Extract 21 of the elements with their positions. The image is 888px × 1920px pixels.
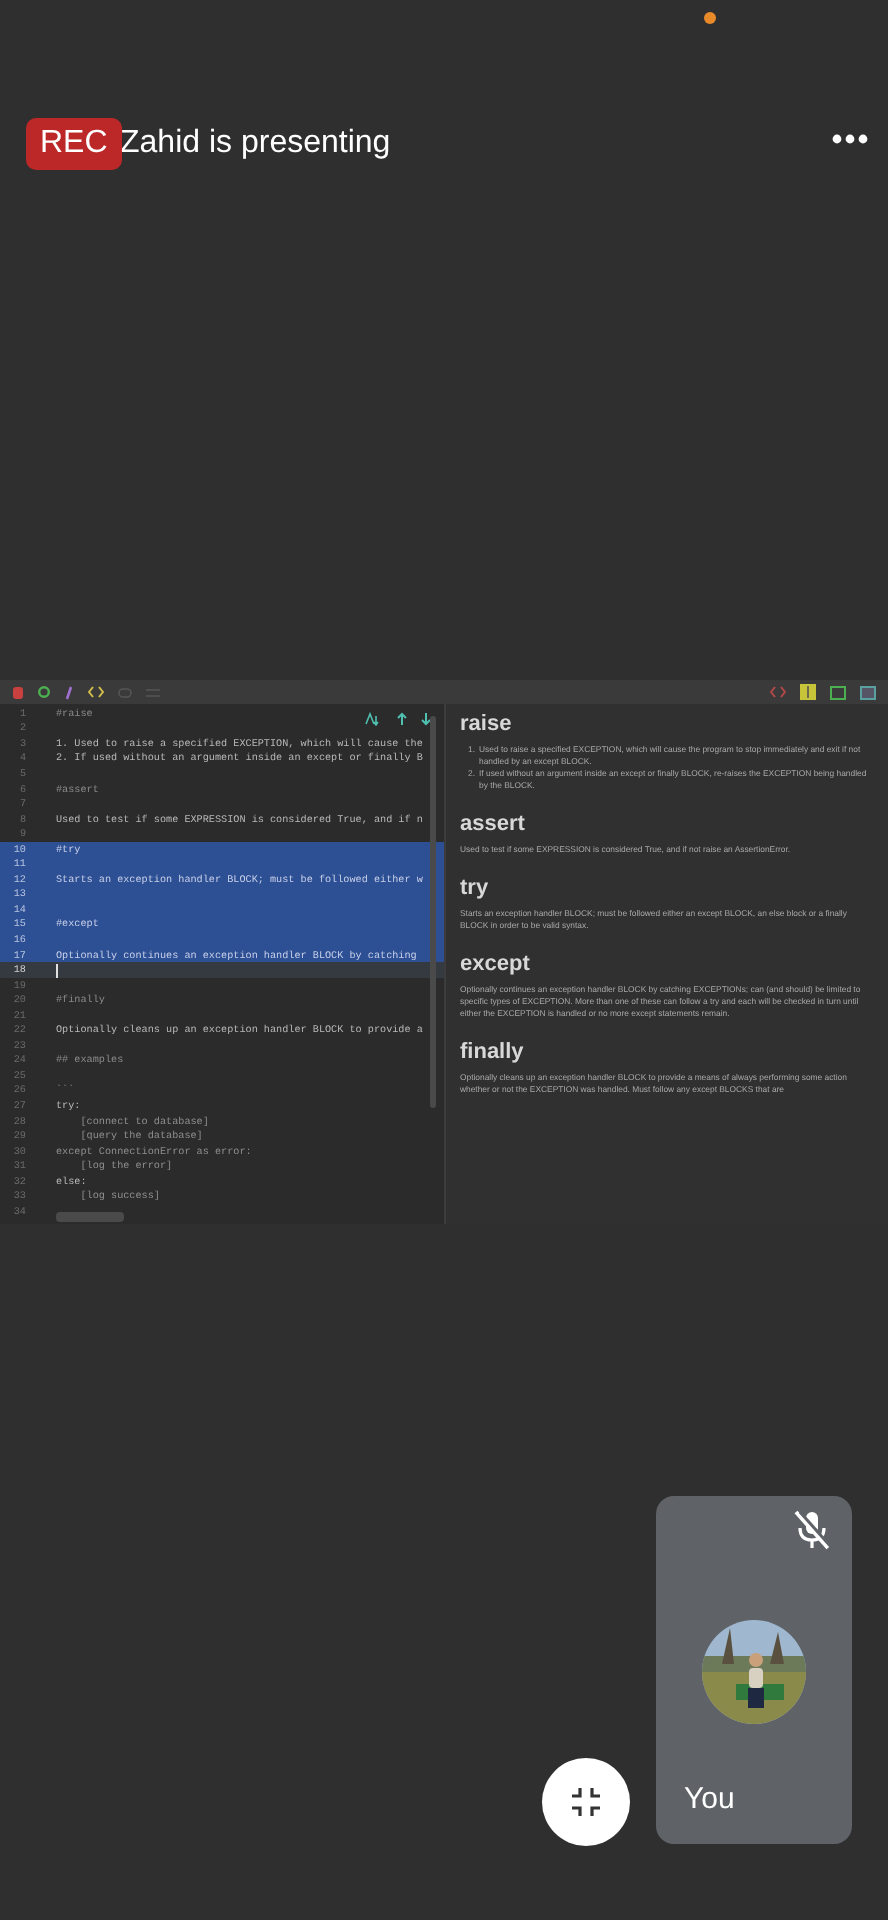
split-view-icon[interactable] <box>800 684 816 700</box>
editor-pane[interactable] <box>0 704 444 1224</box>
scrollbar[interactable] <box>56 1212 124 1222</box>
preview-heading: finally <box>460 1040 526 1064</box>
status-dot <box>704 12 716 24</box>
participant-name: You <box>684 1782 735 1816</box>
collapse-icon <box>570 1786 602 1818</box>
scrollbar[interactable] <box>430 716 436 1108</box>
italic-icon[interactable] <box>64 685 74 699</box>
recording-badge: REC <box>26 118 122 170</box>
preview-heading: try <box>460 876 491 900</box>
sort-arrows-icon[interactable] <box>364 712 432 726</box>
editor-view-icon[interactable] <box>830 685 846 699</box>
preview-heading: raise <box>460 712 514 736</box>
preview-heading: assert <box>460 812 527 836</box>
text-cursor <box>56 963 58 978</box>
code-icon[interactable] <box>88 686 104 698</box>
exit-fullscreen-button[interactable] <box>542 1758 630 1846</box>
more-icon[interactable] <box>832 134 868 144</box>
preview-heading: except <box>460 952 532 976</box>
preview-view-icon[interactable] <box>860 685 876 699</box>
